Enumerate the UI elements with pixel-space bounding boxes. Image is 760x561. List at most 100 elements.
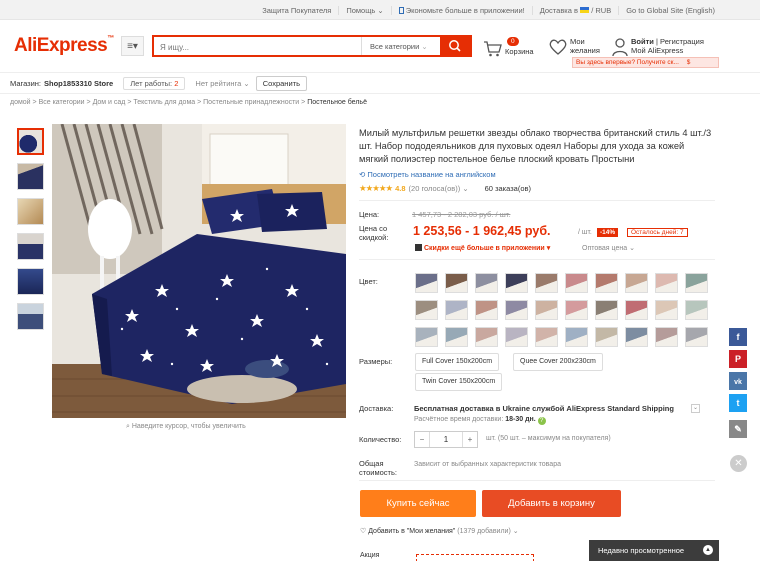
english-title-label: Посмотреть название на английском xyxy=(367,170,496,179)
breadcrumb-item[interactable]: Постельные принадлежности xyxy=(203,99,299,106)
store-name-link[interactable]: Shop1853310 Store xyxy=(44,79,113,88)
app-promo-link[interactable]: Экономьте больше в приложении! xyxy=(392,5,533,15)
buy-now-button[interactable]: Купить сейчас xyxy=(360,490,476,517)
add-to-cart-button[interactable]: Добавить в корзину xyxy=(482,490,621,517)
size-option-full[interactable]: Full Cover 150x200cm xyxy=(415,353,500,371)
color-swatch-4[interactable] xyxy=(505,273,528,293)
cart-button[interactable]: 0 Корзина xyxy=(483,36,541,62)
color-swatch-8[interactable] xyxy=(625,273,648,293)
first-time-banner[interactable]: Вы здесь впервые? Получите ск... $ xyxy=(572,57,719,68)
vk-share-button[interactable]: vk xyxy=(729,372,747,390)
help-menu[interactable]: Помощь ⌄ xyxy=(339,5,392,15)
shipping-dropdown[interactable]: ⌄ xyxy=(691,404,700,413)
color-swatch-5[interactable] xyxy=(535,273,558,293)
breadcrumb-current: Постельное бельё xyxy=(307,99,367,106)
color-swatch-16[interactable] xyxy=(565,300,588,320)
votes-link[interactable]: (20 голоса(ов)) ⌄ xyxy=(409,184,469,193)
facebook-share-button[interactable]: f xyxy=(729,328,747,346)
breadcrumb-item[interactable]: Текстиль для дома xyxy=(133,99,195,106)
thumbnail-5[interactable] xyxy=(17,268,44,295)
shipping-label: Доставка: xyxy=(359,404,394,413)
buyer-protection-link[interactable]: Защита Покупателя xyxy=(255,5,340,15)
color-swatch-7[interactable] xyxy=(595,273,618,293)
category-select[interactable]: Все категории ⌄ xyxy=(361,37,439,55)
register-link[interactable]: Регистрация xyxy=(660,37,704,46)
save-store-button[interactable]: Сохранить xyxy=(255,75,307,91)
color-swatch-27[interactable] xyxy=(595,327,618,347)
aliexpress-logo[interactable]: AliExpress™ xyxy=(14,35,114,57)
search-input[interactable] xyxy=(160,40,360,54)
add-wishlist-link[interactable]: ♡ Добавить в "Мои желания" (1379 добавил… xyxy=(360,527,519,535)
color-swatch-2[interactable] xyxy=(445,273,468,293)
color-swatch-28[interactable] xyxy=(625,327,648,347)
quantity-input[interactable]: 1 xyxy=(429,432,463,447)
quantity-stepper: − 1 + xyxy=(414,431,478,448)
chevron-down-icon: ⌄ xyxy=(462,184,469,193)
app-discount-link[interactable]: Скидки ещё больше в приложении ▾ xyxy=(415,244,550,252)
close-icon: ✕ xyxy=(734,458,743,469)
twitter-share-button[interactable]: t xyxy=(729,394,747,412)
login-link[interactable]: Войти xyxy=(631,37,654,46)
color-swatch-11[interactable] xyxy=(415,300,438,320)
color-swatch-12[interactable] xyxy=(445,300,468,320)
user-icon xyxy=(612,38,628,57)
color-swatch-13[interactable] xyxy=(475,300,498,320)
recently-viewed-panel[interactable]: Недавно просмотренное ▲ xyxy=(589,540,719,561)
color-swatch-23[interactable] xyxy=(475,327,498,347)
flag-icon xyxy=(580,6,590,13)
color-swatch-9[interactable] xyxy=(655,273,678,293)
thumbnail-4[interactable] xyxy=(17,233,44,260)
product-main-image[interactable] xyxy=(52,124,346,418)
color-swatch-19[interactable] xyxy=(655,300,678,320)
color-swatch-21[interactable] xyxy=(415,327,438,347)
store-rating[interactable]: Нет рейтинга ⌄ xyxy=(195,79,249,88)
wishlist-label-1: Мои xyxy=(570,37,585,46)
promo-label: Акция xyxy=(360,552,380,559)
color-swatch-26[interactable] xyxy=(565,327,588,347)
cart-count-badge: 0 xyxy=(507,37,519,46)
color-swatch-15[interactable] xyxy=(535,300,558,320)
my-aliexpress-link[interactable]: Мой AliExpress xyxy=(631,46,683,55)
color-swatch-3[interactable] xyxy=(475,273,498,293)
chevron-up-icon: ▲ xyxy=(703,545,713,555)
color-swatch-1[interactable] xyxy=(415,273,438,293)
edit-button[interactable]: ✎ xyxy=(729,420,747,438)
color-swatch-18[interactable] xyxy=(625,300,648,320)
search-button[interactable] xyxy=(440,37,470,55)
thumbnail-1[interactable] xyxy=(17,128,44,155)
categories-menu-button[interactable]: ≡▾ xyxy=(121,36,144,56)
pinterest-share-button[interactable]: P xyxy=(729,350,747,368)
color-swatch-22[interactable] xyxy=(445,327,468,347)
wholesale-label: Оптовая цена xyxy=(582,245,628,252)
thumbnail-2[interactable] xyxy=(17,163,44,190)
global-site-link[interactable]: Go to Global Site (English) xyxy=(619,6,722,15)
size-option-queen[interactable]: Quee Cover 200x230cm xyxy=(513,353,603,371)
thumbnail-6[interactable] xyxy=(17,303,44,330)
wishlist-count: (1379 добавили) xyxy=(457,528,511,535)
color-swatch-25[interactable] xyxy=(535,327,558,347)
zoom-hint: ⌕ Наведите курсор, чтобы увеличить xyxy=(126,423,246,431)
color-swatch-30[interactable] xyxy=(685,327,708,347)
english-title-link[interactable]: ⟲ Посмотреть название на английском xyxy=(359,170,715,179)
color-swatch-14[interactable] xyxy=(505,300,528,320)
thumbnail-3[interactable] xyxy=(17,198,44,225)
color-swatch-10[interactable] xyxy=(685,273,708,293)
close-share-button[interactable]: ✕ xyxy=(730,455,747,472)
info-icon[interactable]: ? xyxy=(537,417,546,425)
color-swatch-17[interactable] xyxy=(595,300,618,320)
app-discount-label: Скидки ещё больше в приложении xyxy=(424,245,545,252)
rating-row: ★★★★★ 4.8 (20 голоса(ов)) ⌄ 60 заказа(ов… xyxy=(359,183,715,194)
breadcrumb-item[interactable]: Все категории xyxy=(39,99,85,106)
color-swatch-20[interactable] xyxy=(685,300,708,320)
size-option-twin[interactable]: Twin Cover 150x200cm xyxy=(415,373,503,391)
ship-to-menu[interactable]: Доставка в / RUB xyxy=(533,5,620,15)
decrement-button[interactable]: − xyxy=(415,435,429,444)
color-swatch-24[interactable] xyxy=(505,327,528,347)
breadcrumb-item[interactable]: Дом и сад xyxy=(93,99,126,106)
increment-button[interactable]: + xyxy=(463,435,477,444)
color-swatch-6[interactable] xyxy=(565,273,588,293)
first-time-text: Вы здесь впервые? Получите ск... xyxy=(576,59,679,66)
wholesale-price-link[interactable]: Оптовая цена ⌄ xyxy=(582,244,635,252)
color-swatch-29[interactable] xyxy=(655,327,678,347)
breadcrumb-item[interactable]: домой xyxy=(10,99,31,106)
